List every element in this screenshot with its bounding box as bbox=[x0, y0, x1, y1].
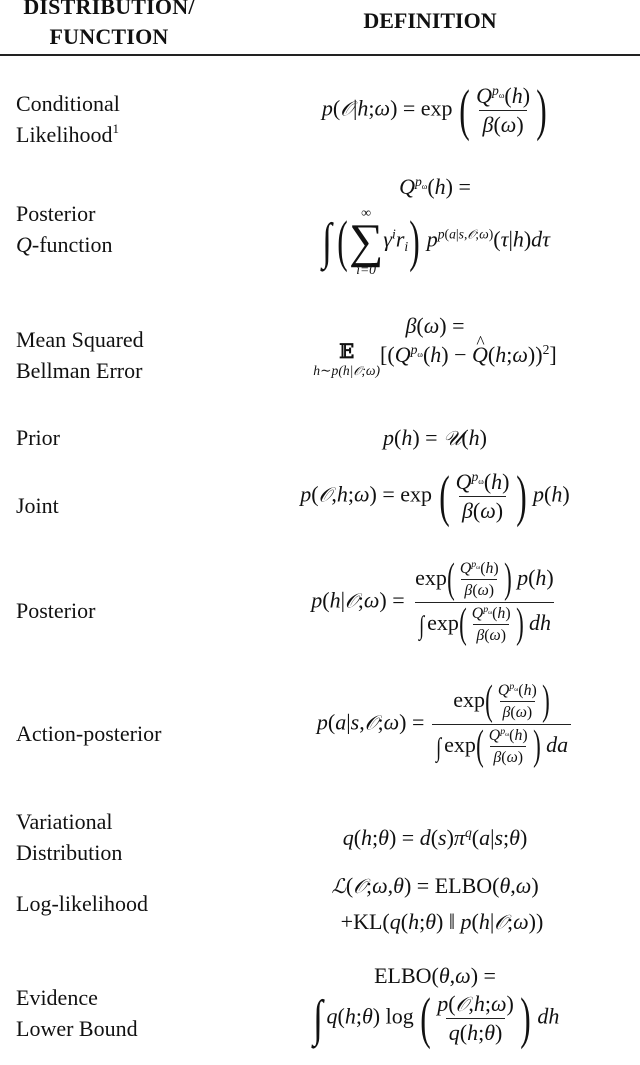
label-line: Posterior bbox=[16, 201, 96, 226]
column-header-line1: DISTRIBUTION/ bbox=[23, 0, 195, 19]
table-row-posterior-q-function: Posterior Q-function Qpω(h) = ∫(∞ ∑ i=0 γir… bbox=[0, 170, 640, 295]
row-label: Log-likelihood bbox=[16, 891, 148, 916]
row-label: Posterior Q-function bbox=[16, 198, 113, 260]
table-header: DISTRIBUTION/ FUNCTION DEFINITION bbox=[0, 0, 640, 54]
label-line: Lower Bound bbox=[16, 1016, 138, 1041]
row-definition: Qpω(h) = ∫(∞ ∑ i=0 γiri) pp(a|s,𝒪;ω)(τ|h)dτ bbox=[322, 173, 551, 278]
row-label: Joint bbox=[16, 493, 59, 518]
row-label: Conditional Likelihood1 bbox=[16, 88, 120, 150]
row-definition: p(a|s,𝒪;ω) = exp(Qpω(h) β(ω)) ∫ exp(Qpω(h)… bbox=[240, 680, 640, 767]
row-definition: p(h) = 𝒰(h) bbox=[383, 425, 487, 450]
row-definition: p(𝒪|h;ω) = exp (Qpω(h) β(ω)) bbox=[321, 78, 547, 142]
row-definition: β(ω) = 𝔼h∼p(h|𝒪;ω)[(Qpω(h) − Q(h;ω))2] bbox=[230, 310, 640, 377]
table-row-log-likelihood: Log-likelihood ℒ(𝒪;ω,θ) = ELBO(θ,ω) +KL(… bbox=[0, 866, 640, 944]
row-label: Evidence Lower Bound bbox=[16, 982, 138, 1044]
table-row-posterior: Posterior p(h|𝒪;ω) = exp(Qpω(h) β(ω)) p(h… bbox=[0, 558, 640, 668]
row-label: Variational Distribution bbox=[16, 806, 122, 868]
table-row-prior: Prior p(h) = 𝒰(h) bbox=[0, 420, 640, 460]
row-definition: p(h|𝒪;ω) = exp(Qpω(h) β(ω)) p(h) ∫ exp(Qpω… bbox=[311, 556, 555, 647]
row-label: Prior bbox=[16, 425, 60, 450]
table-row-joint: Joint p(𝒪,h;ω) = exp (Qpω(h) β(ω)) p(h) bbox=[0, 464, 640, 550]
table-row-variational-distribution: Variational Distribution q(h;θ) = d(s)πq… bbox=[0, 806, 640, 868]
footnote-marker: 1 bbox=[112, 121, 120, 136]
row-definition: ELBO(θ,ω) = ∫ q(h;θ) log (p(𝒪,h;ω) q(h;θ))… bbox=[312, 963, 560, 1050]
label-line: Distribution bbox=[16, 840, 123, 865]
table-row-action-posterior: Action-posterior p(a|s,𝒪;ω) = exp(Qpω(h)… bbox=[0, 680, 640, 792]
label-line: Q-function bbox=[16, 232, 113, 257]
row-label: Mean Squared Bellman Error bbox=[16, 324, 144, 386]
label-line: Likelihood bbox=[16, 122, 113, 147]
row-label: Posterior bbox=[16, 598, 96, 623]
label-line: Bellman Error bbox=[16, 358, 143, 383]
column-header-definition: DEFINITION bbox=[363, 8, 497, 33]
column-header-line2: FUNCTION bbox=[49, 24, 169, 49]
table-row-evidence-lower-bound: Evidence Lower Bound ELBO(θ,ω) = ∫ q(h;θ)… bbox=[0, 960, 640, 1065]
row-definition: q(h;θ) = d(s)πq(a|s;θ) bbox=[342, 824, 528, 850]
table-row-conditional-likelihood: Conditional Likelihood1 p(𝒪|h;ω) = exp (… bbox=[0, 78, 640, 174]
label-line: Variational bbox=[16, 809, 113, 834]
row-definition: ℒ(𝒪;ω,θ) = ELBO(θ,ω) +KL(q(h;θ) ‖ p(h|𝒪;… bbox=[331, 873, 544, 934]
label-line: Conditional bbox=[16, 91, 120, 116]
table-row-mean-squared-bellman-error: Mean Squared Bellman Error β(ω) = 𝔼h∼p(h… bbox=[0, 310, 640, 405]
row-label: Action-posterior bbox=[16, 721, 162, 746]
label-line: Evidence bbox=[16, 985, 98, 1010]
header-rule bbox=[0, 54, 640, 56]
label-line: Mean Squared bbox=[16, 327, 144, 352]
column-header-distribution: DISTRIBUTION/ FUNCTION bbox=[14, 0, 204, 52]
row-definition: p(𝒪,h;ω) = exp (Qpω(h) β(ω)) p(h) bbox=[300, 464, 570, 528]
